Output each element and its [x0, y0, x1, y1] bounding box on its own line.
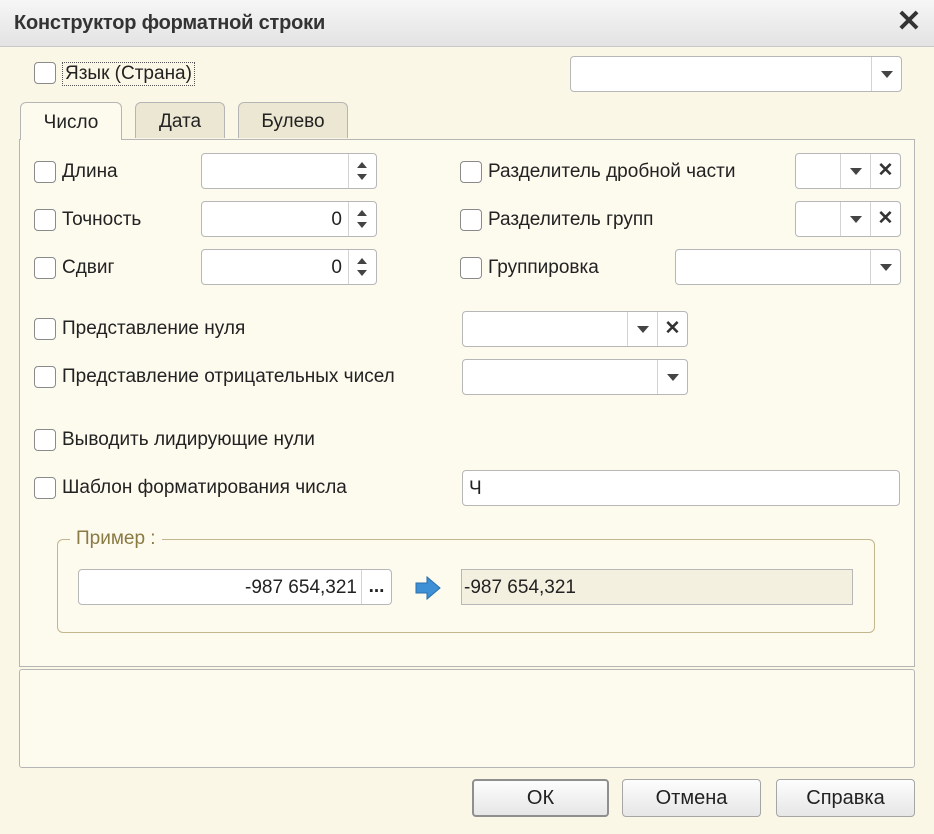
template-input[interactable]: Ч: [462, 470, 900, 506]
precision-checkbox[interactable]: [34, 209, 56, 231]
length-stepper[interactable]: [348, 154, 376, 188]
shift-checkbox[interactable]: [34, 257, 56, 279]
decimal-separator-checkbox[interactable]: [460, 161, 482, 183]
group-separator-checkbox[interactable]: [460, 209, 482, 231]
tab-boolean-label: Булево: [261, 111, 325, 132]
tab-boolean[interactable]: Булево: [238, 102, 348, 138]
length-label: Длина: [62, 161, 118, 182]
negative-representation-checkbox[interactable]: [34, 366, 56, 388]
spin-down-icon: [357, 174, 367, 180]
leading-zeros-checkbox[interactable]: [34, 429, 56, 451]
tab-date[interactable]: Дата: [135, 102, 225, 138]
shift-input[interactable]: 0: [201, 249, 377, 285]
cancel-button[interactable]: Отмена: [622, 779, 761, 817]
tab-number-label: Число: [43, 112, 99, 133]
tab-date-label: Дата: [158, 111, 202, 132]
leading-zeros-label: Выводить лидирующие нули: [62, 429, 315, 450]
zero-representation-label: Представление нуля: [62, 318, 246, 339]
language-label: Язык (Страна): [62, 62, 195, 86]
negative-representation-dropdown[interactable]: [657, 360, 687, 394]
spin-down-icon: [357, 222, 367, 228]
length-checkbox[interactable]: [34, 161, 56, 183]
example-label: Пример :: [70, 528, 162, 550]
grouping-select[interactable]: [675, 249, 901, 285]
precision-value: 0: [331, 209, 342, 230]
example-input[interactable]: -987 654,321 ...: [78, 569, 392, 605]
length-input[interactable]: [201, 153, 377, 189]
language-checkbox[interactable]: [34, 62, 56, 84]
browse-button[interactable]: ...: [361, 570, 391, 604]
decimal-separator-label: Разделитель дробной части: [488, 161, 736, 182]
decimal-separator-dropdown[interactable]: [840, 154, 870, 188]
spin-down-icon: [357, 270, 367, 276]
precision-label: Точность: [62, 209, 142, 230]
example-output: -987 654,321: [461, 569, 853, 605]
shift-stepper[interactable]: [348, 250, 376, 284]
chevron-down-icon: [667, 374, 679, 381]
example-output-value: -987 654,321: [464, 577, 576, 598]
chevron-down-icon: [850, 168, 862, 175]
grouping-label: Группировка: [488, 257, 599, 278]
zero-representation-field[interactable]: ✕: [462, 311, 688, 347]
info-panel: [19, 669, 915, 768]
negative-representation-select[interactable]: [462, 359, 688, 395]
window-title: Конструктор форматной строки: [14, 12, 326, 34]
shift-value: 0: [331, 257, 342, 278]
tab-number[interactable]: Число: [20, 102, 122, 140]
spin-up-icon: [357, 210, 367, 216]
help-button[interactable]: Справка: [776, 779, 915, 817]
clear-icon[interactable]: ✕: [870, 154, 900, 188]
group-separator-label: Разделитель групп: [488, 209, 654, 230]
zero-representation-checkbox[interactable]: [34, 318, 56, 340]
example-input-value: -987 654,321: [245, 577, 357, 598]
chevron-down-icon: [880, 264, 892, 271]
group-separator-field[interactable]: ✕: [795, 201, 901, 237]
decimal-separator-field[interactable]: ✕: [795, 153, 901, 189]
template-label: Шаблон форматирования числа: [62, 477, 347, 498]
chevron-down-icon: [881, 71, 893, 78]
zero-representation-dropdown[interactable]: [627, 312, 657, 346]
template-checkbox[interactable]: [34, 477, 56, 499]
language-select[interactable]: [570, 56, 902, 92]
chevron-down-icon: [637, 326, 649, 333]
template-value: Ч: [469, 478, 482, 499]
grouping-dropdown[interactable]: [870, 250, 900, 284]
spin-up-icon: [357, 258, 367, 264]
group-separator-dropdown[interactable]: [840, 202, 870, 236]
clear-icon[interactable]: ✕: [870, 202, 900, 236]
spin-up-icon: [357, 162, 367, 168]
language-dropdown-button[interactable]: [871, 57, 901, 91]
precision-input[interactable]: 0: [201, 201, 377, 237]
shift-label: Сдвиг: [62, 257, 115, 278]
ok-button[interactable]: ОК: [472, 779, 609, 817]
precision-stepper[interactable]: [348, 202, 376, 236]
clear-icon[interactable]: ✕: [657, 312, 687, 346]
chevron-down-icon: [850, 216, 862, 223]
negative-representation-label: Представление отрицательных чисел: [62, 366, 395, 387]
arrow-right-icon: [415, 575, 441, 601]
close-icon[interactable]: ✕: [894, 7, 924, 38]
grouping-checkbox[interactable]: [460, 257, 482, 279]
